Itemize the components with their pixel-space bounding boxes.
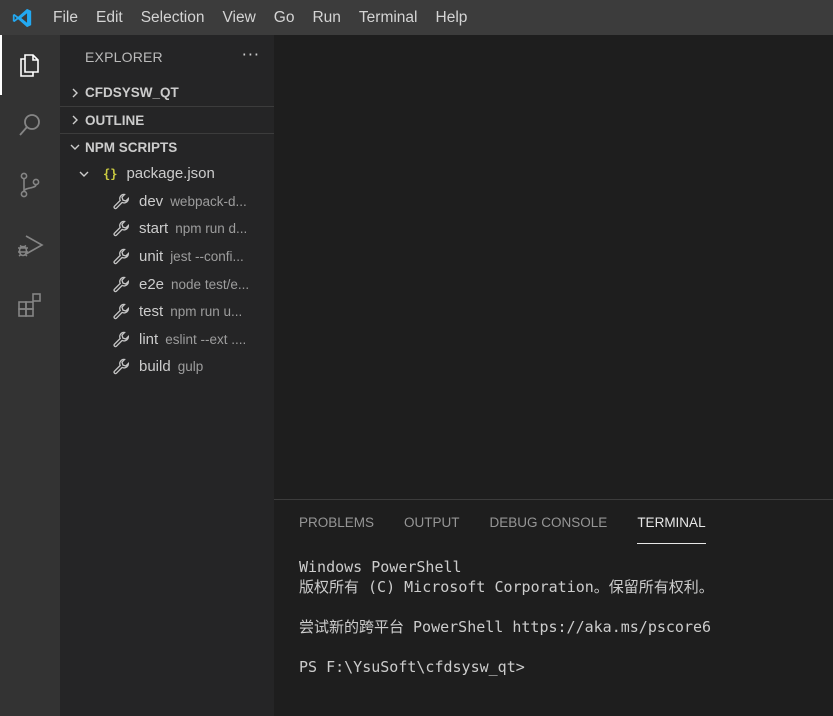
explorer-sidebar: EXPLORER ··· CFDSYSW_QT OUTLINE NPM SCRI… — [60, 35, 274, 716]
source-control-icon — [20, 172, 40, 198]
menu-help[interactable]: Help — [427, 0, 477, 35]
section-outline[interactable]: OUTLINE — [60, 106, 274, 133]
source-control-button[interactable] — [0, 155, 60, 215]
json-file-icon: {} — [103, 166, 118, 181]
chevron-down-icon — [66, 138, 84, 156]
run-debug-icon — [18, 235, 44, 257]
tab-problems[interactable]: PROBLEMS — [299, 500, 374, 540]
menu-file[interactable]: File — [44, 0, 87, 35]
sidebar-header: EXPLORER ··· — [60, 35, 274, 79]
chevron-right-icon — [66, 84, 84, 102]
files-icon — [20, 54, 39, 77]
script-name: test — [139, 303, 164, 321]
menu-run[interactable]: Run — [303, 0, 349, 35]
npm-script-unit[interactable]: unit jest --confi... — [60, 243, 274, 271]
script-name: dev — [139, 192, 164, 210]
menu-view[interactable]: View — [213, 0, 264, 35]
more-actions-icon[interactable]: ··· — [242, 45, 260, 70]
activity-bar — [0, 35, 60, 716]
extensions-icon — [18, 293, 41, 317]
menu-bar: File Edit Selection View Go Run Terminal… — [44, 0, 476, 35]
script-name: build — [139, 358, 171, 376]
terminal-line: Windows PowerShell — [299, 558, 462, 576]
extensions-button[interactable] — [0, 275, 60, 335]
wrench-icon — [111, 329, 131, 349]
npm-script-lint[interactable]: lint eslint --ext .... — [60, 326, 274, 354]
wrench-icon — [111, 274, 131, 294]
script-command: npm run u... — [170, 304, 243, 320]
wrench-icon — [111, 247, 131, 267]
sidebar-title: EXPLORER — [85, 49, 163, 65]
terminal-line: 版权所有 (C) Microsoft Corporation。保留所有权利。 — [299, 578, 714, 596]
editor-area[interactable] — [274, 35, 833, 499]
npm-script-dev[interactable]: dev webpack-d... — [60, 188, 274, 216]
vscode-logo-icon — [0, 0, 44, 35]
title-bar: File Edit Selection View Go Run Terminal… — [0, 0, 833, 35]
wrench-icon — [111, 302, 131, 322]
script-name: lint — [139, 330, 159, 348]
script-command: gulp — [177, 359, 204, 375]
search-button[interactable] — [0, 95, 60, 155]
package-label: package.json — [126, 165, 215, 183]
script-name: unit — [139, 248, 164, 266]
terminal-line: PS F:\YsuSoft\cfdsysw_qt> — [299, 658, 525, 676]
terminal-line: 尝试新的跨平台 PowerShell https://aka.ms/pscore… — [299, 618, 712, 636]
script-command: node test/e... — [171, 276, 250, 292]
script-name: e2e — [139, 275, 165, 293]
wrench-icon — [111, 219, 131, 239]
menu-selection[interactable]: Selection — [132, 0, 214, 35]
tab-output[interactable]: OUTPUT — [404, 500, 460, 540]
npm-script-test[interactable]: test npm run u... — [60, 298, 274, 326]
chevron-right-icon — [66, 111, 84, 129]
tree-item-package-json[interactable]: {} package.json — [60, 160, 274, 188]
section-npm-scripts[interactable]: NPM SCRIPTS — [60, 133, 274, 160]
npm-script-list: dev webpack-d... start npm run d... unit jest… — [60, 188, 274, 381]
tab-debug-console[interactable]: DEBUG CONSOLE — [490, 500, 608, 540]
bottom-panel: PROBLEMS OUTPUT DEBUG CONSOLE TERMINAL W… — [274, 499, 833, 716]
section-label: OUTLINE — [85, 112, 145, 128]
script-command: eslint --ext .... — [165, 331, 247, 347]
menu-terminal[interactable]: Terminal — [350, 0, 427, 35]
section-label: CFDSYSW_QT — [85, 85, 179, 100]
terminal-output[interactable]: Windows PowerShell 版权所有 (C) Microsoft Cor… — [274, 540, 833, 677]
section-cfdsysw-qt[interactable]: CFDSYSW_QT — [60, 79, 274, 106]
script-command: webpack-d... — [170, 193, 247, 209]
menu-go[interactable]: Go — [265, 0, 304, 35]
explorer-button[interactable] — [0, 35, 60, 95]
npm-script-build[interactable]: build gulp — [60, 353, 274, 381]
section-label: NPM SCRIPTS — [85, 139, 178, 155]
script-command: npm run d... — [175, 221, 248, 237]
wrench-icon — [111, 191, 131, 211]
run-debug-button[interactable] — [0, 215, 60, 275]
wrench-icon — [111, 357, 131, 377]
menu-edit[interactable]: Edit — [87, 0, 132, 35]
npm-script-e2e[interactable]: e2e node test/e... — [60, 270, 274, 298]
npm-script-start[interactable]: start npm run d... — [60, 215, 274, 243]
tab-terminal[interactable]: TERMINAL — [637, 500, 706, 544]
chevron-down-icon — [75, 165, 93, 183]
search-icon — [19, 114, 40, 136]
script-command: jest --confi... — [170, 249, 244, 265]
panel-tabs: PROBLEMS OUTPUT DEBUG CONSOLE TERMINAL — [274, 500, 833, 544]
script-name: start — [139, 220, 169, 238]
